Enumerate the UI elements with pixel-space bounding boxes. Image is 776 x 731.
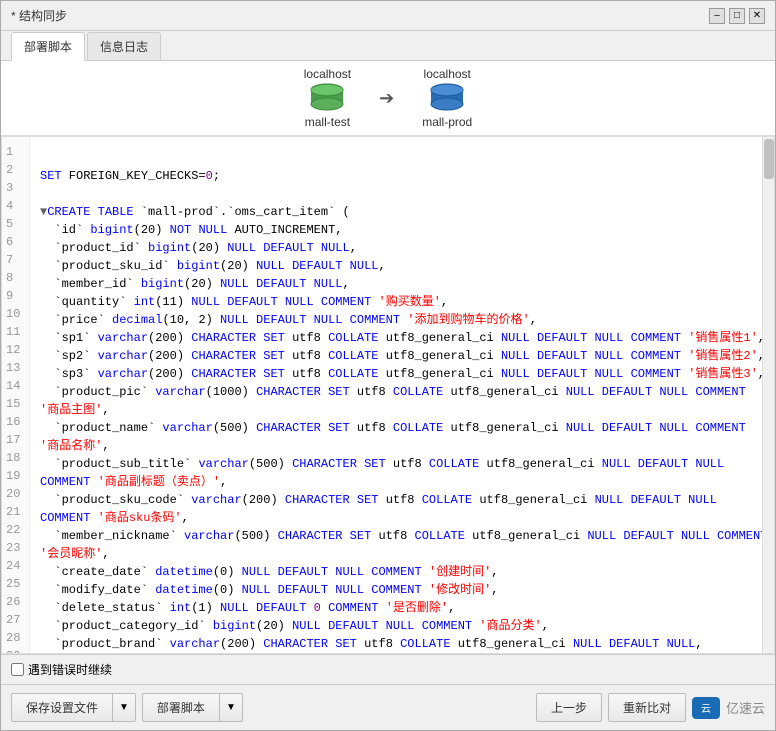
error-continue-label[interactable]: 遇到错误时继续 bbox=[11, 661, 112, 678]
title-bar: * 结构同步 – □ ✕ bbox=[1, 1, 775, 31]
minimize-button[interactable]: – bbox=[709, 8, 725, 24]
window-title: * 结构同步 bbox=[11, 7, 67, 24]
arrow-icon: ➔ bbox=[379, 88, 394, 109]
close-button[interactable]: ✕ bbox=[749, 8, 765, 24]
source-host: localhost bbox=[304, 67, 351, 81]
target-db-icon bbox=[429, 83, 465, 113]
deploy-dropdown[interactable]: ▼ bbox=[220, 693, 243, 722]
source-db: mall-test bbox=[305, 115, 350, 129]
sql-text: SET FOREIGN_KEY_CHECKS=0; ▼CREATE TABLE … bbox=[10, 143, 746, 653]
target-db: mall-prod bbox=[422, 115, 472, 129]
save-file-group: 保存设置文件 ▼ bbox=[11, 693, 136, 722]
target-host: localhost bbox=[424, 67, 471, 81]
error-continue-text: 遇到错误时继续 bbox=[28, 661, 112, 678]
tab-log[interactable]: 信息日志 bbox=[87, 32, 161, 60]
title-bar-controls: – □ ✕ bbox=[709, 8, 765, 24]
main-window: * 结构同步 – □ ✕ 部署脚本 信息日志 localhost mall-t bbox=[0, 0, 776, 731]
source-db-icon bbox=[309, 83, 345, 113]
deploy-button[interactable]: 部署脚本 bbox=[142, 693, 220, 722]
maximize-button[interactable]: □ bbox=[729, 8, 745, 24]
watermark-text: 亿速云 bbox=[726, 698, 765, 717]
watermark: 云 亿速云 bbox=[692, 697, 765, 719]
sql-editor[interactable]: 1234567891011121314151617181920212223242… bbox=[1, 136, 775, 654]
source-db-info: localhost mall-test bbox=[304, 67, 351, 129]
save-file-dropdown[interactable]: ▼ bbox=[113, 693, 136, 722]
refresh-button[interactable]: 重新比对 bbox=[608, 693, 686, 722]
tab-deploy[interactable]: 部署脚本 bbox=[11, 32, 85, 61]
tab-bar: 部署脚本 信息日志 bbox=[1, 31, 775, 61]
connection-bar: localhost mall-test ➔ localhost mall-pro… bbox=[1, 61, 775, 136]
error-continue-checkbox[interactable] bbox=[11, 663, 24, 676]
watermark-icon: 云 bbox=[692, 697, 720, 719]
target-db-info: localhost mall-prod bbox=[422, 67, 472, 129]
prev-button[interactable]: 上一步 bbox=[536, 693, 602, 722]
bottom-bar: 遇到错误时继续 bbox=[1, 654, 775, 684]
save-file-button[interactable]: 保存设置文件 bbox=[11, 693, 113, 722]
title-bar-left: * 结构同步 bbox=[11, 7, 67, 24]
deploy-group: 部署脚本 ▼ bbox=[142, 693, 243, 722]
vertical-scrollbar[interactable] bbox=[762, 137, 774, 653]
footer-buttons: 保存设置文件 ▼ 部署脚本 ▼ 上一步 重新比对 云 亿速云 bbox=[1, 684, 775, 730]
